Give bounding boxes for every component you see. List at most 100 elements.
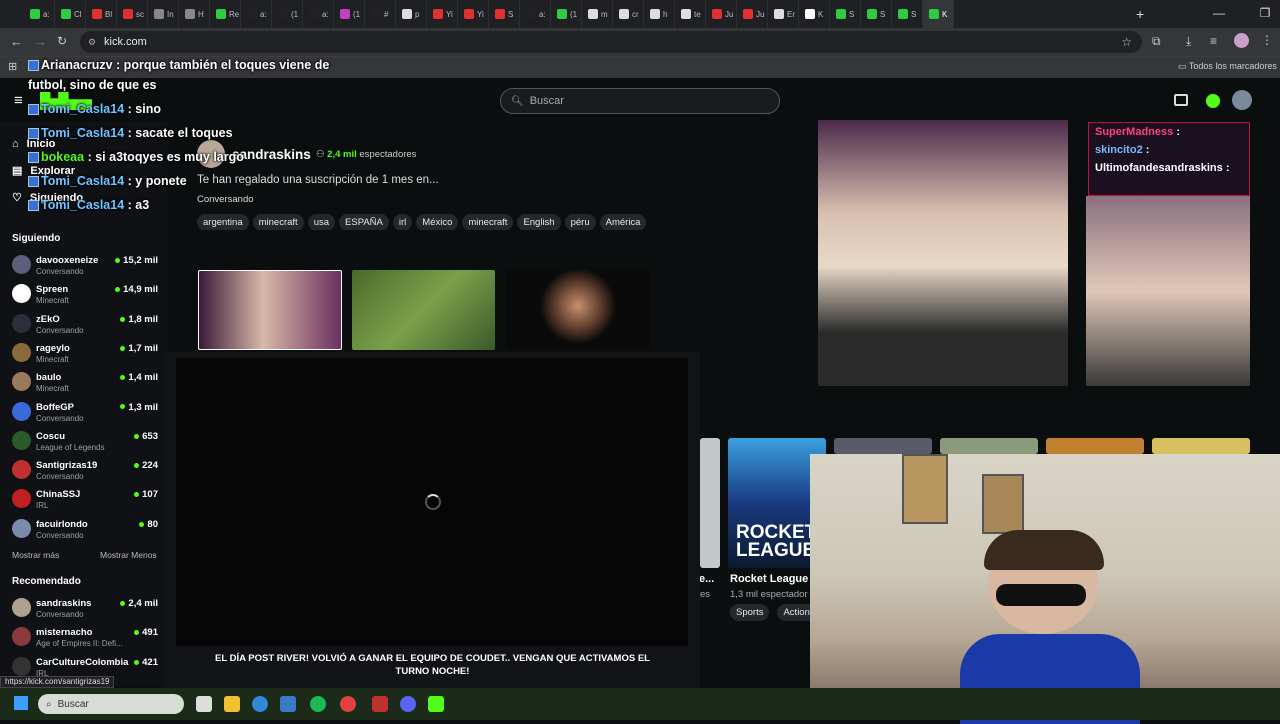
browser-tab[interactable]: m — [582, 0, 613, 28]
browser-tab[interactable]: In — [148, 0, 179, 28]
stream-tag[interactable]: usa — [307, 214, 336, 230]
browser-tab[interactable]: Er — [768, 0, 799, 28]
browser-tab[interactable]: S — [489, 0, 520, 28]
stream-tag[interactable]: minecraft — [462, 214, 514, 230]
browser-tab[interactable]: H — [179, 0, 210, 28]
task-view-icon[interactable] — [196, 696, 212, 712]
stream-tag[interactable]: irl — [392, 214, 413, 230]
show-more-link[interactable]: Mostrar más — [12, 550, 59, 560]
chrome-icon[interactable] — [340, 696, 356, 712]
stream-tag[interactable]: ESPAÑA — [339, 214, 389, 230]
search-input[interactable]: 🔍︎ Buscar — [500, 88, 780, 114]
stream-category[interactable]: Conversando — [197, 194, 254, 205]
browser-tab[interactable]: a: — [24, 0, 55, 28]
user-avatar[interactable] — [1232, 90, 1252, 110]
category-card-4[interactable] — [940, 438, 1038, 454]
featured-stream-preview[interactable] — [818, 120, 1068, 386]
thumbnail-sandraskins[interactable] — [198, 270, 342, 350]
reading-list-icon[interactable]: ≡ — [1210, 34, 1217, 48]
reload-icon[interactable]: ↻ — [57, 34, 67, 48]
menu-icon[interactable]: ⋮ — [1261, 33, 1273, 47]
browser-tab[interactable]: K — [799, 0, 830, 28]
edge-icon[interactable] — [252, 696, 268, 712]
category-title[interactable]: Rocket League — [730, 573, 808, 585]
site-info-icon[interactable]: ⚙ — [88, 37, 96, 48]
sidebar-channel[interactable]: davooxeneize Conversando 15,2 mil — [12, 253, 162, 282]
browser-tab[interactable]: Yi — [427, 0, 458, 28]
category-card-partial[interactable] — [700, 438, 720, 568]
browser-tab[interactable]: p — [396, 0, 427, 28]
show-less-link[interactable]: Mostrar Menos — [100, 550, 157, 560]
back-icon[interactable]: ← — [10, 34, 23, 49]
sidebar-channel[interactable]: zEkO Conversando 1,8 mil — [12, 312, 162, 341]
app-icon[interactable] — [372, 696, 388, 712]
profile-avatar[interactable] — [1234, 33, 1249, 48]
store-icon[interactable] — [280, 696, 296, 712]
category-tag-sports[interactable]: Sports — [730, 604, 770, 621]
sidebar-channel[interactable]: sandraskins Conversando 2,4 mil — [12, 596, 162, 625]
browse-icon[interactable] — [1174, 94, 1188, 106]
browser-tab[interactable]: S — [861, 0, 892, 28]
thumbnail-game[interactable] — [352, 270, 495, 350]
kick-app-icon[interactable] — [428, 696, 444, 712]
browser-tab[interactable]: cr — [613, 0, 644, 28]
sidebar-channel[interactable]: Spreen Minecraft 14,9 mil — [12, 282, 162, 311]
stream-tag[interactable]: minecraft — [252, 214, 304, 230]
discord-icon[interactable] — [400, 696, 416, 712]
category-card-5[interactable] — [1046, 438, 1144, 454]
stream-tag[interactable]: English — [517, 214, 561, 230]
browser-tab[interactable]: Ju — [706, 0, 737, 28]
category-card-3[interactable] — [834, 438, 932, 454]
stream-tag[interactable]: América — [599, 214, 647, 230]
sidebar-channel[interactable]: facuirlondo Conversando 80 — [12, 517, 162, 546]
sidebar-channel[interactable]: BoffeGP Conversando 1,3 mil — [12, 400, 162, 429]
sidebar-channel[interactable]: baulo Minecraft 1,4 mil — [12, 370, 162, 399]
spotify-icon[interactable] — [310, 696, 326, 712]
category-partial-title: e... — [699, 573, 715, 585]
browser-tab[interactable]: Cl — [55, 0, 86, 28]
new-tab-button[interactable]: + — [1136, 6, 1144, 22]
browser-tab[interactable]: a: — [303, 0, 334, 28]
sidebar-channel[interactable]: misternacho Age of Empires II: Defi... 4… — [12, 625, 162, 654]
browser-tab[interactable]: te — [675, 0, 706, 28]
browser-tab[interactable]: K — [923, 0, 954, 28]
browser-tab[interactable]: a: — [520, 0, 551, 28]
browser-tab[interactable]: (1 — [334, 0, 365, 28]
all-bookmarks-link[interactable]: ▭ Todos los marcadores — [1178, 61, 1277, 72]
bookmark-star-icon[interactable]: ☆ — [1121, 35, 1132, 49]
browser-tab[interactable]: h — [644, 0, 675, 28]
sidebar-channel[interactable]: Coscu League of Legends 653 — [12, 429, 162, 458]
browser-tab[interactable]: a: — [241, 0, 272, 28]
browser-tab[interactable]: # — [365, 0, 396, 28]
browser-tab[interactable]: Re — [210, 0, 241, 28]
browser-tab[interactable]: sc — [117, 0, 148, 28]
category-card-6[interactable] — [1152, 438, 1250, 454]
kick-coin-icon[interactable] — [1206, 94, 1220, 108]
taskbar-search[interactable]: ⌕ Buscar — [38, 694, 184, 714]
extensions-icon[interactable]: ⧉ — [1152, 34, 1161, 49]
browser-tab[interactable]: S — [892, 0, 923, 28]
windows-start-icon[interactable] — [14, 696, 28, 710]
browser-tab[interactable]: S — [830, 0, 861, 28]
stream-tag[interactable]: México — [416, 214, 459, 230]
hamburger-menu-icon[interactable]: ≡ — [14, 92, 23, 109]
sidebar-channel[interactable]: rageylo Minecraft 1,7 mil — [12, 341, 162, 370]
inset-chat-msg-2: : — [1145, 144, 1150, 156]
download-icon[interactable]: ⤓ — [1186, 34, 1191, 49]
thumbnail-streamer[interactable] — [506, 270, 650, 350]
browser-tab[interactable]: Bl — [86, 0, 117, 28]
minimize-icon[interactable]: — — [1196, 6, 1242, 20]
browser-tab[interactable]: (1 — [272, 0, 303, 28]
forward-icon[interactable]: → — [34, 34, 47, 49]
maximize-icon[interactable]: ❐ — [1242, 6, 1280, 20]
browser-tab[interactable]: (1 — [551, 0, 582, 28]
url-field[interactable]: ⚙ kick.com ☆ — [80, 31, 1142, 53]
apps-icon[interactable]: ⊞ — [8, 60, 17, 73]
sidebar-channel[interactable]: ChinaSSJ IRL 107 — [12, 487, 162, 516]
sidebar-channel[interactable]: Santigrizas19 Conversando 224 — [12, 458, 162, 487]
browser-tab[interactable]: Yi — [458, 0, 489, 28]
stream-tag[interactable]: péru — [564, 214, 596, 230]
file-explorer-icon[interactable] — [224, 696, 240, 712]
stream-tag[interactable]: argentina — [197, 214, 249, 230]
browser-tab[interactable]: Ju — [737, 0, 768, 28]
